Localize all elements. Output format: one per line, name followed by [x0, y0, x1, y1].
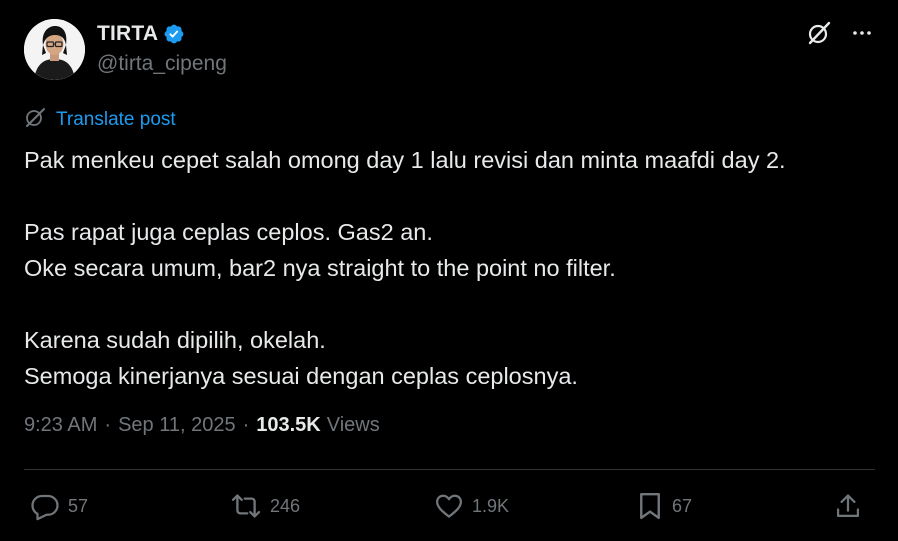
author-handle[interactable]: @tirta_cipeng: [97, 52, 227, 76]
grok-icon[interactable]: [806, 20, 832, 46]
reply-button[interactable]: 57: [30, 486, 88, 526]
author-display-name[interactable]: TIRTA: [97, 22, 158, 46]
bookmark-button[interactable]: 67: [636, 486, 692, 526]
action-bar: 57 246 1.9K 67: [24, 486, 875, 526]
post-text-line: Pak menkeu cepet salah omong day 1 lalu …: [24, 147, 786, 173]
top-actions: [806, 20, 874, 46]
repost-button[interactable]: 246: [230, 486, 300, 526]
post-text-line: Karena sudah dipilih, okelah.: [24, 327, 326, 353]
like-button[interactable]: 1.9K: [434, 486, 509, 526]
post-text-line: Oke secara umum, bar2 nya straight to th…: [24, 255, 616, 281]
avatar-image: [24, 19, 85, 80]
bookmark-count: 67: [672, 495, 693, 516]
post-time[interactable]: 9:23 AM: [24, 414, 97, 437]
author-name-row: TIRTA: [97, 20, 185, 48]
post-text-line: Pas rapat juga ceplas ceplos. Gas2 an.: [24, 219, 433, 245]
translate-icon: [24, 106, 46, 133]
views-label: Views: [326, 414, 380, 436]
post-detail: TIRTA @tirta_cipeng Translate post Pak m…: [0, 0, 898, 541]
divider: [24, 469, 875, 470]
heart-icon: [434, 491, 464, 521]
meta-separator: ·: [242, 414, 250, 436]
views-count[interactable]: 103.5K: [256, 414, 321, 437]
more-icon[interactable]: [850, 21, 874, 45]
post-text: Pak menkeu cepet salah omong day 1 lalu …: [24, 142, 884, 394]
translate-post-label: Translate post: [56, 108, 176, 130]
meta-separator: ·: [104, 414, 112, 436]
bookmark-icon: [636, 491, 664, 521]
post-date[interactable]: Sep 11, 2025: [118, 414, 236, 437]
post-text-line: Semoga kinerjanya sesuai dengan ceplas c…: [24, 363, 578, 389]
like-count: 1.9K: [472, 495, 510, 516]
reply-count: 57: [68, 495, 89, 516]
repost-count: 246: [270, 495, 301, 516]
repost-icon: [230, 491, 262, 521]
reply-icon: [30, 491, 60, 521]
post-meta: 9:23 AM · Sep 11, 2025 · 103.5K Views: [24, 414, 380, 437]
share-icon: [834, 491, 862, 521]
avatar[interactable]: [24, 19, 85, 80]
share-button[interactable]: [834, 486, 862, 526]
translate-post-button[interactable]: Translate post: [24, 106, 176, 133]
verified-badge-icon[interactable]: [163, 23, 185, 45]
